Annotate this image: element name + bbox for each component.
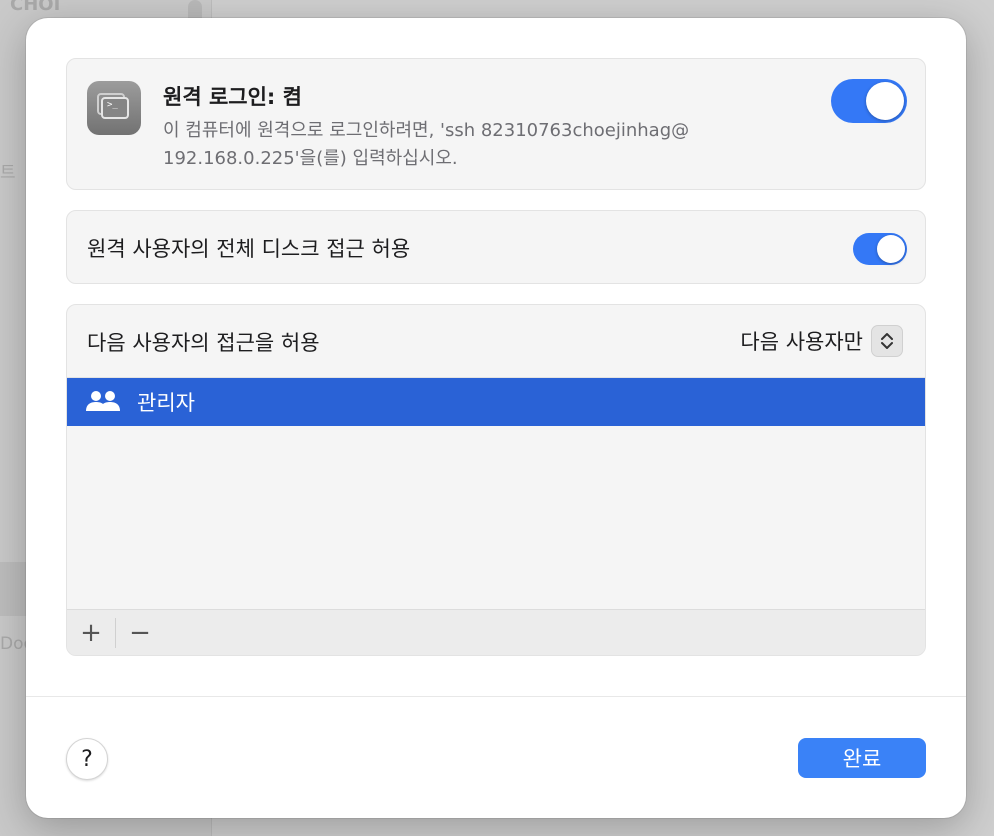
toggle-knob <box>866 82 904 120</box>
group-icon <box>83 387 123 417</box>
divider <box>26 696 966 697</box>
remote-login-title: 원격 로그인: 켬 <box>163 85 302 109</box>
user-access-selected-option: 다음 사용자만 <box>740 330 863 354</box>
chevron-up-down-icon <box>871 325 903 357</box>
remove-user-button[interactable]: − <box>116 610 164 656</box>
remote-login-toggle[interactable] <box>831 79 907 123</box>
terminal-icon: >_ <box>87 81 141 135</box>
background-text: 트 <box>0 163 16 183</box>
user-list: 관리자 <box>67 377 925 609</box>
toggle-knob <box>877 235 905 263</box>
remote-login-description: 이 컴퓨터에 원격으로 로그인하려면, 'ssh 82310763choejin… <box>163 120 690 169</box>
full-disk-access-label: 원격 사용자의 전체 디스크 접근 허용 <box>87 237 411 261</box>
full-disk-access-toggle[interactable] <box>853 233 907 265</box>
background-text: CHOI <box>10 0 61 15</box>
help-button[interactable]: ? <box>66 738 108 780</box>
add-user-button[interactable]: + <box>67 610 115 656</box>
user-access-card: 다음 사용자의 접근을 허용 다음 사용자만 관리자 + − <box>66 304 926 656</box>
user-access-label: 다음 사용자의 접근을 허용 <box>87 331 320 355</box>
full-disk-access-card: 원격 사용자의 전체 디스크 접근 허용 <box>66 210 926 284</box>
list-footer: + − <box>67 609 925 656</box>
done-button[interactable]: 완료 <box>798 738 926 778</box>
list-item[interactable]: 관리자 <box>67 378 925 426</box>
user-access-popup[interactable]: 다음 사용자만 <box>740 325 903 357</box>
remote-login-card: >_ 원격 로그인: 켬 이 컴퓨터에 원격으로 로그인하려면, 'ssh 82… <box>66 58 926 190</box>
user-name: 관리자 <box>137 391 195 415</box>
remote-login-dialog: >_ 원격 로그인: 켬 이 컴퓨터에 원격으로 로그인하려면, 'ssh 82… <box>26 18 966 818</box>
